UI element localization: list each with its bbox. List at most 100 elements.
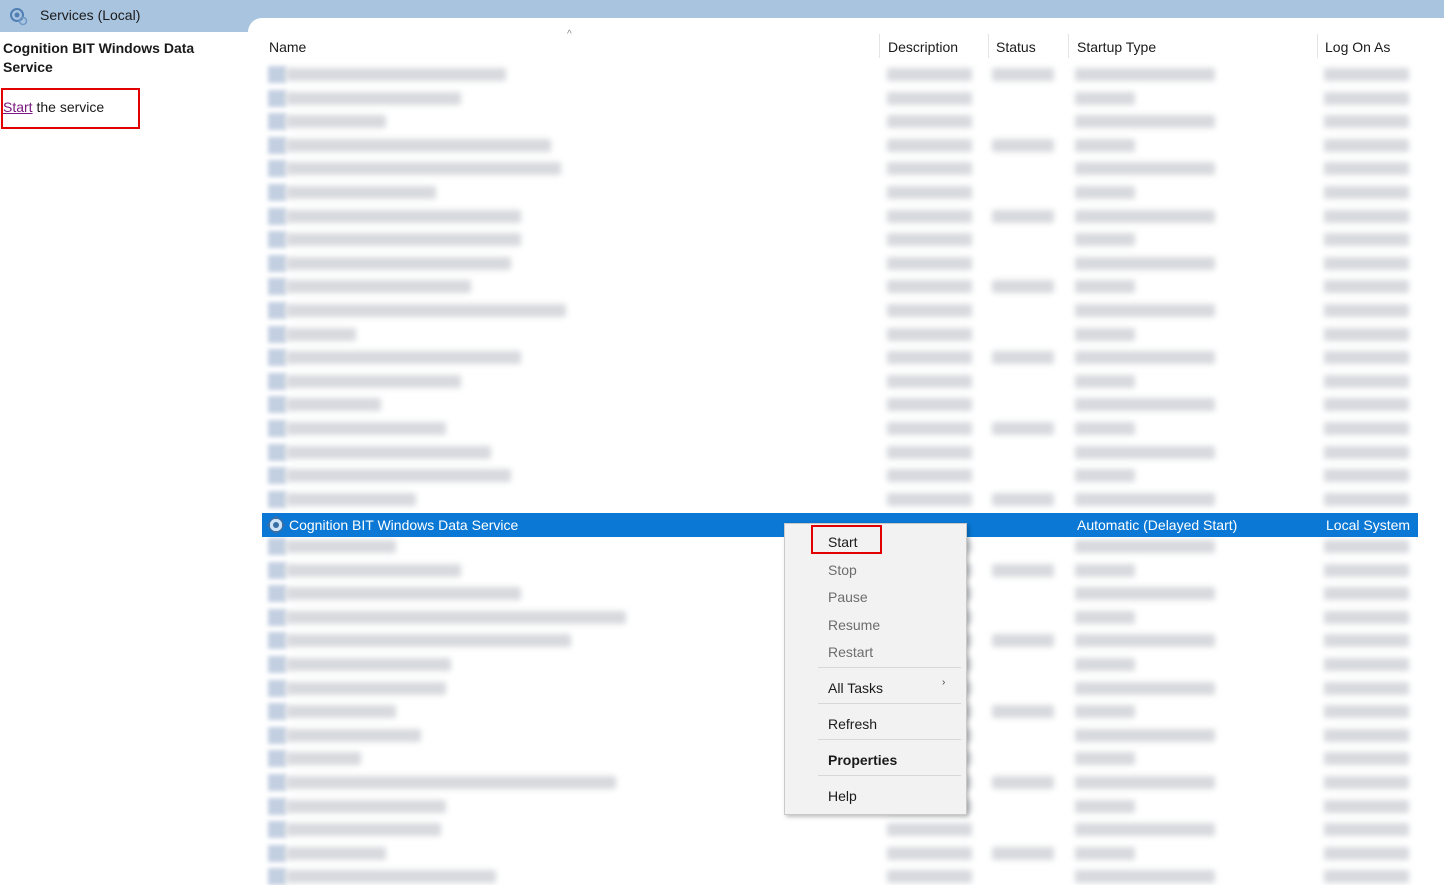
blurred-cell — [1324, 752, 1409, 766]
blurred-cell — [1324, 658, 1409, 671]
blurred-cell — [887, 186, 972, 199]
menu-item-properties[interactable]: Properties — [828, 752, 897, 768]
blurred-cell — [1075, 610, 1135, 624]
blurred-cell — [1075, 799, 1135, 813]
blurred-cell — [286, 540, 396, 553]
blurred-cell — [1075, 91, 1135, 105]
blurred-cell — [1075, 563, 1135, 577]
blurred-cell — [992, 846, 1054, 860]
row-icon-placeholder — [268, 679, 286, 697]
blurred-cell — [992, 563, 1054, 577]
menu-item-start[interactable]: Start — [828, 534, 858, 550]
row-icon-placeholder — [268, 372, 286, 390]
blurred-cell — [1324, 870, 1409, 884]
menu-item-help[interactable]: Help — [828, 788, 857, 804]
selected-startup-type: Automatic (Delayed Start) — [1077, 517, 1238, 533]
blurred-cell — [286, 658, 451, 671]
blurred-cell — [1324, 823, 1409, 837]
blurred-cell — [286, 398, 381, 412]
blurred-cell — [1075, 209, 1215, 223]
blurred-cell — [992, 492, 1054, 506]
row-icon-placeholder — [268, 467, 286, 485]
blurred-cell — [1075, 68, 1215, 81]
blurred-cell — [887, 162, 972, 176]
column-divider[interactable] — [988, 34, 989, 58]
blurred-cell — [992, 776, 1054, 789]
blurred-cell — [1075, 398, 1215, 412]
blurred-cell — [1075, 162, 1215, 176]
service-heading: Cognition BIT Windows Data Service — [3, 40, 195, 75]
blurred-cell — [286, 728, 421, 742]
blurred-cell — [1324, 728, 1409, 742]
blurred-cell — [1324, 115, 1409, 129]
blurred-cell — [286, 563, 461, 577]
row-icon-placeholder — [268, 89, 286, 107]
blurred-cell — [887, 280, 972, 294]
blurred-cell — [1075, 681, 1215, 695]
column-startup-type[interactable]: Startup Type — [1077, 39, 1156, 59]
blurred-cell — [286, 233, 521, 247]
column-log-on-as[interactable]: Log On As — [1325, 39, 1390, 59]
blurred-cell — [286, 445, 491, 459]
blurred-cell — [992, 138, 1054, 152]
content-corner — [248, 18, 1444, 32]
blurred-cell — [286, 304, 566, 317]
row-icon-placeholder — [268, 136, 286, 154]
column-name[interactable]: Name — [269, 39, 306, 59]
row-icon-placeholder — [268, 302, 286, 319]
blurred-cell — [1324, 138, 1409, 152]
blurred-cell — [1324, 209, 1409, 223]
service-description-pane: Cognition BIT Windows Data Service Start… — [0, 32, 248, 860]
window-title: Services (Local) — [40, 7, 141, 23]
row-icon-placeholder — [268, 538, 286, 555]
blurred-cell — [887, 91, 972, 105]
blurred-cell — [1075, 469, 1135, 483]
title-bar: Services (Local) — [0, 0, 1444, 32]
blurred-cell — [1075, 728, 1215, 742]
blurred-cell — [286, 138, 551, 152]
menu-item-restart[interactable]: Restart — [828, 644, 873, 660]
blurred-cell — [1324, 186, 1409, 199]
column-divider[interactable] — [879, 34, 880, 58]
menu-item-pause[interactable]: Pause — [828, 589, 868, 605]
row-icon-placeholder — [268, 231, 286, 249]
blurred-cell — [1324, 563, 1409, 577]
blurred-cell — [286, 634, 571, 648]
blurred-cell — [992, 209, 1054, 223]
row-icon-placeholder — [268, 278, 286, 296]
sort-caret-icon: ^ — [567, 29, 572, 40]
column-divider[interactable] — [1068, 34, 1069, 58]
start-service-link[interactable]: Start — [3, 99, 33, 115]
column-description[interactable]: Description — [888, 39, 958, 59]
column-divider[interactable] — [1317, 34, 1318, 58]
menu-item-all-tasks[interactable]: All Tasks — [828, 680, 883, 696]
blurred-cell — [286, 799, 446, 813]
blurred-cell — [286, 68, 506, 81]
blurred-cell — [1324, 492, 1409, 506]
column-status[interactable]: Status — [996, 39, 1036, 59]
blurred-cell — [1324, 422, 1409, 435]
blurred-cell — [887, 870, 972, 884]
row-icon-placeholder — [268, 207, 286, 225]
blurred-cell — [1075, 587, 1215, 601]
blurred-cell — [1075, 138, 1135, 152]
blurred-cell — [1075, 752, 1135, 766]
blurred-cell — [286, 776, 616, 789]
blurred-cell — [286, 209, 521, 223]
blurred-cell — [887, 469, 972, 483]
menu-item-stop[interactable]: Stop — [828, 562, 857, 578]
blurred-cell — [1075, 280, 1135, 294]
blurred-cell — [1075, 327, 1135, 341]
blurred-cell — [286, 351, 521, 365]
blurred-cell — [286, 115, 386, 129]
blurred-cell — [887, 115, 972, 129]
blurred-cell — [1324, 469, 1409, 483]
start-service-suffix: the service — [32, 99, 105, 115]
row-icon-placeholder — [268, 113, 286, 131]
blurred-cell — [887, 492, 972, 506]
menu-item-refresh[interactable]: Refresh — [828, 716, 877, 732]
blurred-cell — [1075, 422, 1135, 435]
blurred-cell — [887, 846, 972, 860]
row-icon-placeholder — [268, 396, 286, 414]
menu-item-resume[interactable]: Resume — [828, 617, 880, 633]
